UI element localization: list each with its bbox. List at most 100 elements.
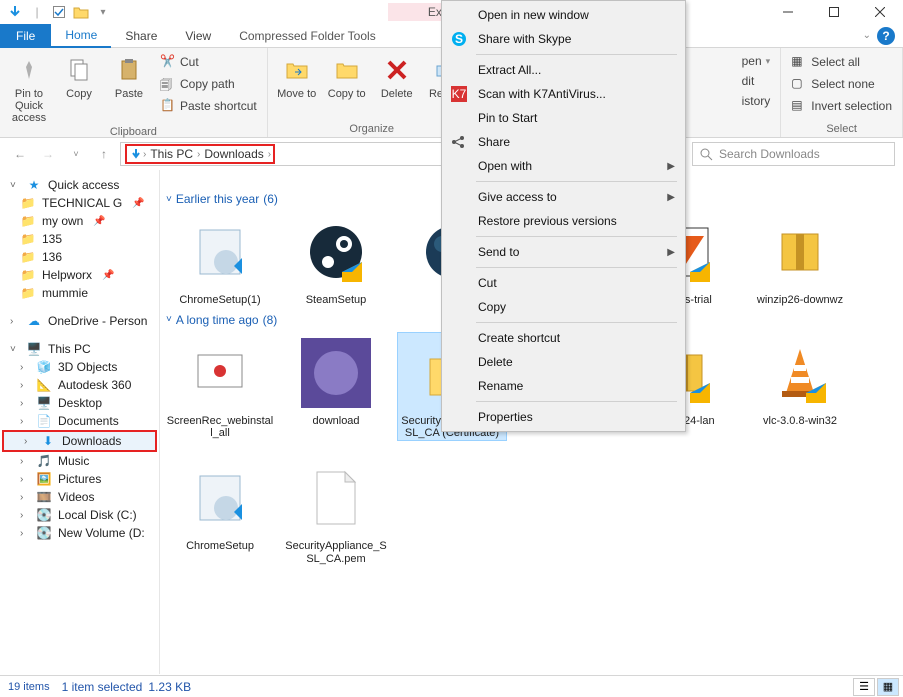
paste-button[interactable]: Paste (106, 52, 152, 126)
breadcrumb-this-pc[interactable]: This PC (146, 147, 197, 161)
maximize-button[interactable] (811, 0, 857, 24)
qat-overflow-icon[interactable]: ▾ (94, 3, 112, 21)
context-menu-item[interactable]: Create shortcut (442, 326, 685, 350)
back-button[interactable]: ← (8, 142, 32, 166)
context-menu-item[interactable]: Share (442, 130, 685, 154)
context-menu-item[interactable]: Extract All... (442, 58, 685, 82)
sidebar-item[interactable]: ›📐Autodesk 360 (0, 376, 159, 394)
context-tab[interactable]: Compressed Folder Tools (225, 25, 390, 47)
paste-icon (113, 54, 145, 86)
documents-icon: 📄 (36, 414, 52, 428)
paste-shortcut-icon: 📋 (160, 98, 176, 114)
folder-icon: 📁 (20, 250, 36, 264)
file-item[interactable]: ChromeSetup (166, 458, 274, 565)
sidebar-item[interactable]: ›🖥️Desktop (0, 394, 159, 412)
sidebar-item[interactable]: 📁TECHNICAL G📌 (0, 194, 159, 212)
folder-icon: 📁 (20, 268, 36, 282)
context-menu-item[interactable]: Open in new window (442, 3, 685, 27)
sidebar-item[interactable]: 📁Helpworx📌 (0, 266, 159, 284)
sidebar-item[interactable]: 📁mummie (0, 284, 159, 302)
collapse-ribbon-icon[interactable]: ⌄ (863, 30, 871, 41)
context-menu-item[interactable]: Open with▶ (442, 154, 685, 178)
context-menu-item[interactable]: Copy (442, 295, 685, 319)
copy-to-button[interactable]: Copy to (324, 52, 370, 102)
sidebar-this-pc[interactable]: ˅ 🖥️ This PC (0, 340, 159, 358)
edit-button[interactable]: dit (738, 72, 775, 90)
sidebar-item[interactable]: ›🎞️Videos (0, 488, 159, 506)
copy-icon (63, 54, 95, 86)
file-item[interactable]: SteamSetup (282, 212, 390, 307)
vlc-cone-icon (760, 333, 840, 413)
view-tab[interactable]: View (171, 24, 225, 48)
chevron-down-icon[interactable]: ˅ (10, 344, 20, 355)
close-button[interactable] (857, 0, 903, 24)
file-item[interactable]: SecurityAppliance_SSL_CA.pem (282, 458, 390, 565)
delete-button[interactable]: Delete (374, 52, 420, 102)
qat-checkbox-icon[interactable] (50, 3, 68, 21)
paste-shortcut-button[interactable]: 📋Paste shortcut (156, 96, 261, 116)
help-icon[interactable]: ? (877, 27, 895, 45)
file-item[interactable]: winzip26-downwz (746, 212, 854, 307)
share-tab[interactable]: Share (111, 24, 171, 48)
minimize-button[interactable] (765, 0, 811, 24)
context-menu-item[interactable]: Pin to Start (442, 106, 685, 130)
move-to-icon (281, 54, 313, 86)
context-menu-item[interactable]: Cut (442, 271, 685, 295)
downloads-arrow-icon (6, 3, 24, 21)
sidebar-item[interactable]: 📁my own📌 (0, 212, 159, 230)
navigation-pane[interactable]: ˅ ★ Quick access 📁TECHNICAL G📌 📁my own📌 … (0, 170, 160, 674)
context-menu-item[interactable]: SShare with Skype (442, 27, 685, 51)
chevron-right-icon[interactable]: › (10, 316, 20, 327)
sidebar-onedrive[interactable]: › ☁ OneDrive - Person (0, 312, 159, 330)
sidebar-item[interactable]: ›📄Documents (0, 412, 159, 430)
qat-folder-icon[interactable] (72, 3, 90, 21)
details-view-button[interactable]: ☰ (853, 678, 875, 696)
breadcrumb-sep-icon[interactable]: › (268, 149, 271, 160)
invert-selection-button[interactable]: ▤Invert selection (787, 96, 896, 116)
thumbnails-view-button[interactable]: ▦ (877, 678, 899, 696)
context-menu-item[interactable]: K7Scan with K7AntiVirus... (442, 82, 685, 106)
chevron-down-icon[interactable]: ˅ (10, 180, 20, 191)
move-to-button[interactable]: Move to (274, 52, 320, 102)
file-item[interactable]: ChromeSetup(1) (166, 212, 274, 307)
sidebar-item[interactable]: ›💽Local Disk (C:) (0, 506, 159, 524)
copy-button[interactable]: Copy (56, 52, 102, 126)
installer-icon (180, 212, 260, 292)
pin-to-quick-access-button[interactable]: Pin to Quick access (6, 52, 52, 126)
open-button[interactable]: pen ▾ (738, 52, 775, 70)
history-button[interactable]: istory (738, 92, 775, 110)
up-button[interactable]: ↑ (92, 142, 116, 166)
context-menu-item[interactable]: Restore previous versions (442, 209, 685, 233)
sidebar-item[interactable]: ›🎵Music (0, 452, 159, 470)
cut-button[interactable]: ✂️Cut (156, 52, 261, 72)
chevron-down-icon: ˅ (166, 194, 172, 205)
invert-selection-icon: ▤ (791, 98, 807, 114)
forward-button[interactable]: → (36, 142, 60, 166)
breadcrumb-downloads[interactable]: Downloads (200, 147, 267, 161)
sidebar-item-downloads[interactable]: ›⬇Downloads (2, 430, 157, 452)
submenu-arrow-icon: ▶ (667, 247, 675, 258)
context-menu-item[interactable]: Send to▶ (442, 240, 685, 264)
sidebar-item[interactable]: ›🧊3D Objects (0, 358, 159, 376)
sidebar-item[interactable]: ›💽New Volume (D: (0, 524, 159, 542)
copy-path-button[interactable]: 🗐Copy path (156, 74, 261, 94)
context-menu-item[interactable]: Rename (442, 374, 685, 398)
file-item[interactable]: download (282, 333, 390, 440)
context-menu-item[interactable]: Properties (442, 405, 685, 429)
select-all-button[interactable]: ▦Select all (787, 52, 896, 72)
sidebar-item[interactable]: ›🖼️Pictures (0, 470, 159, 488)
context-menu-item[interactable]: Delete (442, 350, 685, 374)
context-menu-item[interactable]: Give access to▶ (442, 185, 685, 209)
sidebar-quick-access[interactable]: ˅ ★ Quick access (0, 176, 159, 194)
sidebar-item[interactable]: 📁136 (0, 248, 159, 266)
file-item[interactable]: vlc-3.0.8-win32 (746, 333, 854, 440)
status-bar: 19 items 1 item selected 1.23 KB ☰ ▦ (0, 675, 903, 697)
recent-locations-button[interactable]: ˅ (64, 142, 88, 166)
search-input[interactable]: Search Downloads (692, 142, 895, 166)
select-none-button[interactable]: ▢Select none (787, 74, 896, 94)
file-tab[interactable]: File (0, 24, 51, 48)
sidebar-item[interactable]: 📁135 (0, 230, 159, 248)
home-tab[interactable]: Home (51, 24, 111, 48)
clipboard-group: Pin to Quick access Copy Paste ✂️Cut 🗐Co… (0, 48, 268, 137)
file-item[interactable]: ScreenRec_webinstall_all (166, 333, 274, 440)
